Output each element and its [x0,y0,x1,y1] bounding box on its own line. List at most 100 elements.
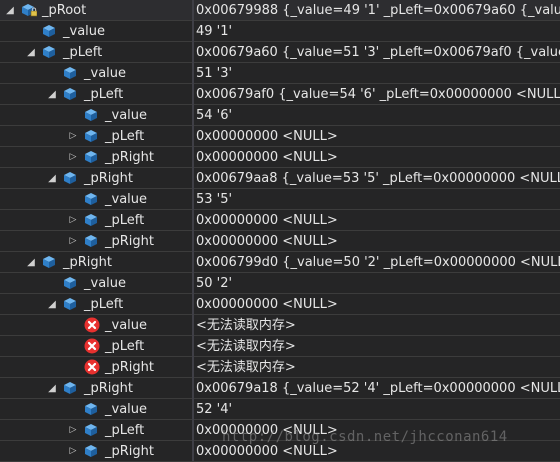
field-icon [84,234,100,248]
field-icon [84,129,100,143]
value-cell[interactable]: 51 '3' [194,63,560,83]
name-cell: ◢ _pRight [0,378,192,398]
collapse-triangle-icon[interactable]: ◢ [46,168,58,188]
name-cell: _value [0,21,192,41]
watch-row[interactable]: _pLeft <无法读取内存> [0,336,560,357]
field-icon [84,423,100,437]
variable-name: _pRight [84,381,133,396]
name-cell: _value [0,273,192,293]
variable-name: _pRight [105,234,154,249]
name-cell: ◢ _pRoot [0,0,192,20]
value-cell[interactable]: 0x00000000 <NULL> [194,126,560,146]
watch-row[interactable]: ▷ _pLeft 0x00000000 <NULL> [0,420,560,441]
field-icon [42,45,58,59]
value-cell[interactable]: 0x00000000 <NULL> [194,294,560,314]
value-cell[interactable]: 0x00000000 <NULL> [194,420,560,440]
error-icon [84,338,100,354]
field-icon [84,150,100,164]
value-cell[interactable]: 49 '1' [194,21,560,41]
value-cell[interactable]: 0x00000000 <NULL> [194,147,560,167]
value-cell[interactable]: 50 '2' [194,273,560,293]
value-cell[interactable]: <无法读取内存> [194,336,560,356]
watch-row[interactable]: ◢ _pLeft 0x00679af0 {_value=54 '6' _pLeft=… [0,84,560,105]
field-icon [42,24,58,38]
collapse-triangle-icon[interactable]: ◢ [25,252,37,272]
value-cell[interactable]: <无法读取内存> [194,315,560,335]
name-cell: ▷ _pLeft [0,210,192,230]
watch-row[interactable]: ◢ _pRoot 0x00679988 {_value=49 '1' _pLeft=… [0,0,560,21]
expand-triangle-icon[interactable]: ▷ [67,210,79,230]
watch-row[interactable]: ▷ _pLeft 0x00000000 <NULL> [0,210,560,231]
field-icon [84,108,100,122]
expand-triangle-icon[interactable]: ▷ [67,441,79,461]
watch-row[interactable]: _pRight <无法读取内存> [0,357,560,378]
value-cell[interactable]: <无法读取内存> [194,357,560,377]
watch-window-tree: ◢ _pRoot 0x00679988 {_value=49 '1' _pLeft=… [0,0,560,462]
column-divider[interactable] [192,0,194,461]
value-cell[interactable]: 53 '5' [194,189,560,209]
watch-row[interactable]: ◢ _pRight 0x00679aa8 {_value=53 '5' _pLeft… [0,168,560,189]
value-cell[interactable]: 0x006799d0 {_value=50 '2' _pLeft=0x00000… [194,252,560,272]
watch-row[interactable]: _value 54 '6' [0,105,560,126]
expand-triangle-icon[interactable]: ▷ [67,420,79,440]
variable-name: _value [105,318,148,333]
collapse-triangle-icon[interactable]: ◢ [4,0,16,20]
collapse-triangle-icon[interactable]: ◢ [46,84,58,104]
watch-row[interactable]: _value 50 '2' [0,273,560,294]
name-cell: _value [0,189,192,209]
expand-triangle-icon[interactable]: ▷ [67,126,79,146]
watch-row[interactable]: _value <无法读取内存> [0,315,560,336]
field-icon [84,402,100,416]
expand-triangle-icon[interactable]: ▷ [67,147,79,167]
watch-row[interactable]: _value 53 '5' [0,189,560,210]
variable-name: _pLeft [84,297,124,312]
watch-row[interactable]: ◢ _pRight 0x006799d0 {_value=50 '2' _pLeft… [0,252,560,273]
variable-name: _pLeft [105,339,145,354]
value-cell[interactable]: 54 '6' [194,105,560,125]
watch-row[interactable]: ◢ _pLeft 0x00000000 <NULL> [0,294,560,315]
variable-name: _pLeft [105,129,145,144]
collapse-triangle-icon[interactable]: ◢ [46,378,58,398]
name-cell: ▷ _pRight [0,231,192,251]
watch-row[interactable]: ▷ _pLeft 0x00000000 <NULL> [0,126,560,147]
expand-triangle-icon[interactable]: ▷ [67,231,79,251]
variable-name: _pRight [105,360,154,375]
variable-name: _value [63,24,106,39]
variable-name: _pLeft [84,87,124,102]
watch-row[interactable]: ▷ _pRight 0x00000000 <NULL> [0,441,560,462]
name-cell: ▷ _pRight [0,147,192,167]
value-cell[interactable]: 0x00679af0 {_value=54 '6' _pLeft=0x00000… [194,84,560,104]
variable-name: _pRight [84,171,133,186]
watch-row[interactable]: _value 52 '4' [0,399,560,420]
value-cell[interactable]: 0x00679a18 {_value=52 '4' _pLeft=0x00000… [194,378,560,398]
variable-name: _value [84,66,127,81]
name-cell: _value [0,105,192,125]
watch-row[interactable]: ◢ _pRight 0x00679a18 {_value=52 '4' _pLeft… [0,378,560,399]
value-cell[interactable]: 0x00000000 <NULL> [194,210,560,230]
variable-name: _pRight [105,150,154,165]
collapse-triangle-icon[interactable]: ◢ [25,42,37,62]
name-cell: ▷ _pLeft [0,126,192,146]
value-cell[interactable]: 0x00000000 <NULL> [194,441,560,461]
field-icon [84,192,100,206]
watch-row[interactable]: ▷ _pRight 0x00000000 <NULL> [0,231,560,252]
watch-row[interactable]: ◢ _pLeft 0x00679a60 {_value=51 '3' _pLeft=… [0,42,560,63]
error-icon [84,359,100,375]
value-cell[interactable]: 0x00679a60 {_value=51 '3' _pLeft=0x00679… [194,42,560,62]
name-cell: ◢ _pRight [0,168,192,188]
watch-row[interactable]: _value 51 '3' [0,63,560,84]
value-cell[interactable]: 52 '4' [194,399,560,419]
variable-name: _pRight [63,255,112,270]
field-icon [63,297,79,311]
name-cell: _pRight [0,357,192,377]
name-cell: ▷ _pLeft [0,420,192,440]
collapse-triangle-icon[interactable]: ◢ [46,294,58,314]
value-cell[interactable]: 0x00679aa8 {_value=53 '5' _pLeft=0x00000… [194,168,560,188]
name-cell: ◢ _pLeft [0,84,192,104]
value-cell[interactable]: 0x00679988 {_value=49 '1' _pLeft=0x00679… [194,0,560,20]
field-icon [63,87,79,101]
value-cell[interactable]: 0x00000000 <NULL> [194,231,560,251]
watch-row[interactable]: ▷ _pRight 0x00000000 <NULL> [0,147,560,168]
watch-row[interactable]: _value 49 '1' [0,21,560,42]
variable-name: _value [105,192,148,207]
